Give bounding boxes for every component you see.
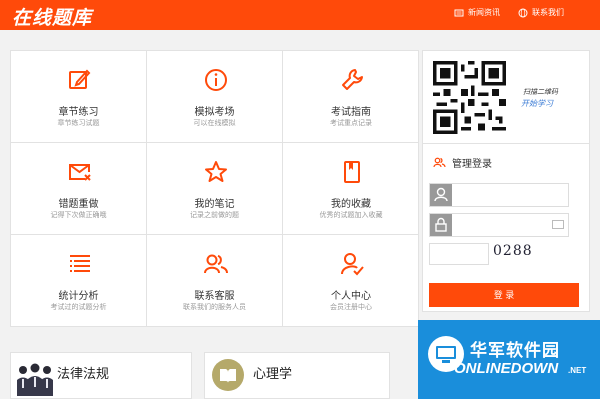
password-field xyxy=(429,213,569,237)
news-link[interactable]: 新闻资讯 xyxy=(454,7,500,18)
star-icon xyxy=(205,161,227,182)
module-grid: 章节练习 章节练习试题 模拟考场 可以在线模拟 考试指南 考试重点记录 错题重做… xyxy=(10,50,419,327)
watermark-chinese: 华军软件园 xyxy=(470,341,560,361)
news-link-label: 新闻资讯 xyxy=(468,8,500,17)
module-title: 模拟考场 xyxy=(194,107,235,118)
module-subtitle: 记录之前做的题 xyxy=(190,211,239,219)
module-title: 错题重做 xyxy=(58,199,99,210)
login-title: 管理登录 xyxy=(452,159,492,170)
module-chapter-practice[interactable]: 章节练习 章节练习试题 xyxy=(11,51,147,143)
info-icon xyxy=(205,69,227,91)
module-subtitle: 考试重点记录 xyxy=(330,119,372,127)
watermark-english: ONLINEDOWN xyxy=(454,360,559,377)
password-input[interactable] xyxy=(452,214,568,236)
globe-icon xyxy=(518,8,528,17)
users-icon xyxy=(433,157,446,168)
category-title: 心理学 xyxy=(253,367,293,382)
lock-icon xyxy=(430,214,452,236)
module-statistics[interactable]: 统计分析 考试过的试题分析 xyxy=(11,235,147,327)
module-exam-guide[interactable]: 考试指南 考试重点记录 xyxy=(283,51,419,143)
bookmark-icon xyxy=(344,161,360,183)
module-my-favorites[interactable]: 我的收藏 优秀的试题加入收藏 xyxy=(283,143,419,235)
module-subtitle: 章节练习试题 xyxy=(57,119,100,127)
module-title: 我的收藏 xyxy=(331,199,371,210)
module-contact-service[interactable]: 联系客服 联系我们的服务人员 xyxy=(147,235,283,327)
module-title: 考试指南 xyxy=(331,107,371,118)
watermark-banner: 华军软件园 ONLINEDOWN .NET xyxy=(418,320,600,399)
user-icon xyxy=(430,184,452,206)
book-badge-icon xyxy=(212,359,244,391)
login-heading: 管理登录 xyxy=(433,155,492,170)
module-subtitle: 会员注册中心 xyxy=(330,303,372,311)
module-title: 章节练习 xyxy=(58,107,99,118)
username-field xyxy=(429,183,569,207)
wrench-icon xyxy=(342,69,363,90)
module-subtitle: 可以在线模拟 xyxy=(193,119,236,127)
edit-icon xyxy=(69,69,91,89)
contact-link-label: 联系我们 xyxy=(532,8,564,17)
scan-qr-text: 扫描二维码 xyxy=(523,88,558,96)
site-logo[interactable]: 在线题库 xyxy=(12,3,92,30)
mail-x-icon xyxy=(69,164,91,181)
module-my-notes[interactable]: 我的笔记 记录之前做的题 xyxy=(147,143,283,235)
captcha-image[interactable]: 0288 xyxy=(493,243,533,265)
module-title: 统计分析 xyxy=(58,291,99,302)
module-subtitle: 优秀的试题加入收藏 xyxy=(319,211,383,219)
sidebar-panel: 扫描二维码 开始学习 管理登录 0288 登 录 xyxy=(422,50,590,312)
category-card-law[interactable]: 法律法规 xyxy=(10,352,192,399)
newspaper-icon xyxy=(454,9,464,16)
module-redo-wrong[interactable]: 错题重做 记得下次做正确哦 xyxy=(11,143,147,235)
qr-code[interactable] xyxy=(433,61,506,134)
list-icon xyxy=(70,255,90,272)
people-photo-icon xyxy=(15,358,55,396)
top-bar: 在线题库 新闻资讯 联系我们 xyxy=(0,0,600,30)
module-title: 联系客服 xyxy=(194,291,235,302)
sidebar-divider xyxy=(423,143,589,144)
module-mock-exam[interactable]: 模拟考场 可以在线模拟 xyxy=(147,51,283,143)
module-subtitle: 记得下次做正确哦 xyxy=(50,211,107,219)
category-title: 法律法规 xyxy=(57,367,110,382)
module-title: 我的笔记 xyxy=(194,199,235,210)
module-subtitle: 考试过的试题分析 xyxy=(50,303,107,311)
module-personal-center[interactable]: 个人中心 会员注册中心 xyxy=(283,235,419,327)
username-input[interactable] xyxy=(452,184,568,206)
module-title: 个人中心 xyxy=(331,291,371,302)
keyboard-icon[interactable] xyxy=(552,220,564,229)
module-subtitle: 联系我们的服务人员 xyxy=(183,303,246,311)
login-button[interactable]: 登 录 xyxy=(429,283,579,307)
user-check-icon xyxy=(341,253,364,276)
users-icon xyxy=(204,254,228,274)
start-study-text: 开始学习 xyxy=(521,99,553,108)
category-card-psychology[interactable]: 心理学 xyxy=(204,352,390,399)
captcha-input[interactable] xyxy=(429,243,489,265)
watermark-net: .NET xyxy=(568,366,587,375)
contact-link[interactable]: 联系我们 xyxy=(518,7,564,18)
